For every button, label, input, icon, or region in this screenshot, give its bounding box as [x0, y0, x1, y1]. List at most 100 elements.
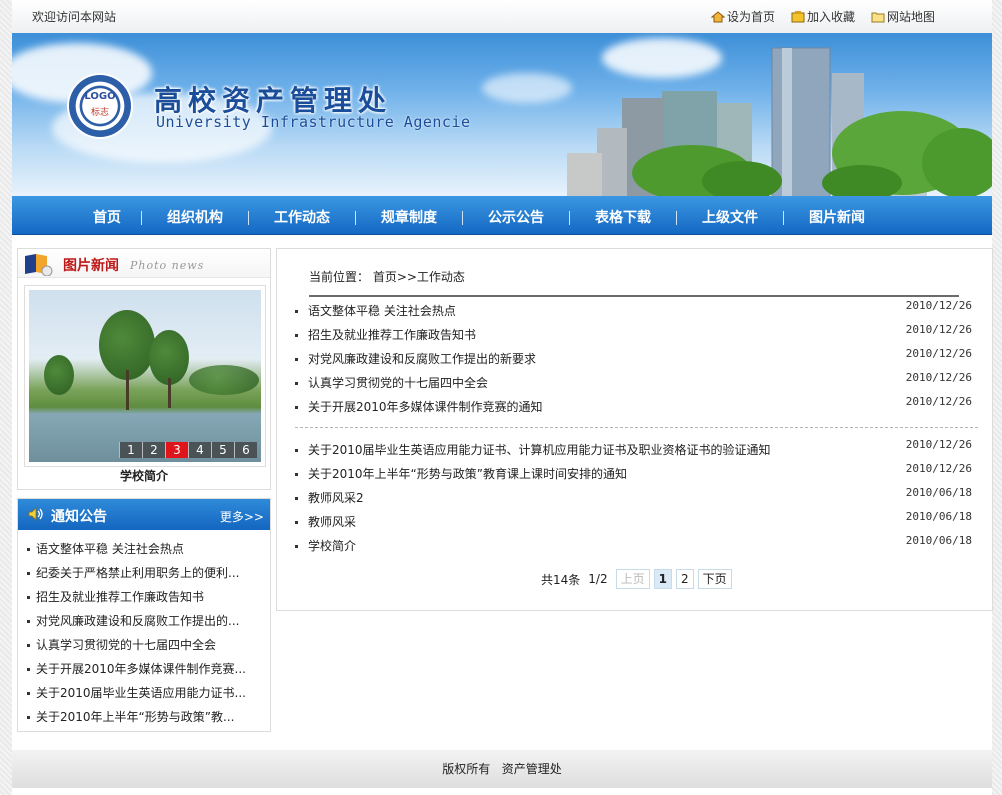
nav-item-regulations[interactable]: 规章制度 [356, 196, 462, 234]
prev-page-button[interactable]: 上页 [615, 569, 650, 589]
book-icon [25, 254, 53, 276]
nav-item-home[interactable]: 首页 [68, 196, 141, 234]
pager-total: 共14条 [541, 572, 581, 587]
article-row[interactable]: 学校简介 2010/06/18 [295, 534, 972, 558]
tree-shape [44, 355, 74, 395]
article-title[interactable]: 关于开展2010年多媒体课件制作竞赛的通知 [308, 395, 543, 419]
notice-item[interactable]: 语文整体平稳 关注社会热点 [24, 537, 262, 561]
article-title[interactable]: 认真学习贯彻党的十七届四中全会 [308, 371, 488, 395]
site-title-english: University Infrastructure Agencie [156, 113, 471, 131]
notice-item[interactable]: 招生及就业推荐工作廉政告知书 [24, 585, 262, 609]
photo-slide-selector: 1 2 3 4 5 6 [119, 442, 257, 458]
bullet-icon [295, 521, 298, 524]
article-row[interactable]: 语文整体平稳 关注社会热点 2010/12/26 [295, 299, 972, 323]
page: 欢迎访问本网站 设为首页 加入收藏 网站地图 LOGO 标志 高校资产管理处 U… [12, 0, 993, 795]
breadcrumb-divider [309, 295, 959, 297]
article-date: 2010/06/18 [905, 510, 972, 523]
bullet-icon [295, 473, 298, 476]
set-homepage-link[interactable]: 设为首页 [710, 8, 775, 25]
school-logo: LOGO 标志 [69, 75, 131, 137]
article-row[interactable]: 关于2010届毕业生英语应用能力证书、计算机应用能力证书及职业资格证书的验证通知… [295, 438, 972, 462]
nav-item-work-news[interactable]: 工作动态 [249, 196, 355, 234]
add-favorite-label: 加入收藏 [806, 10, 855, 24]
article-row[interactable]: 关于2010年上半年“形势与政策”教育课上课时间安排的通知 2010/12/26 [295, 462, 972, 486]
bullet-icon [295, 358, 298, 361]
slide-button[interactable]: 6 [234, 442, 257, 458]
logo-text: LOGO [84, 91, 116, 102]
left-sidebar: 图片新闻 Photo news 1 2 3 4 5 6 学校简介 通知公告 更多… [17, 248, 271, 732]
bullet-icon [295, 545, 298, 548]
favorite-icon [791, 10, 805, 22]
notice-item[interactable]: 关于开展2010年多媒体课件制作竞赛... [24, 657, 262, 681]
nav-item-organization[interactable]: 组织机构 [142, 196, 248, 234]
slide-button[interactable]: 1 [119, 442, 142, 458]
page-button-current[interactable]: 1 [653, 569, 672, 589]
bullet-icon [295, 310, 298, 313]
article-row[interactable]: 对党风廉政建设和反腐败工作提出的新要求 2010/12/26 [295, 347, 972, 371]
notice-item[interactable]: 关于2010年上半年“形势与政策”教... [24, 705, 262, 729]
slide-button[interactable]: 5 [211, 442, 234, 458]
article-title[interactable]: 关于2010年上半年“形势与政策”教育课上课时间安排的通知 [308, 462, 627, 486]
photo-caption[interactable]: 学校简介 [18, 467, 270, 484]
nav-item-forms[interactable]: 表格下载 [570, 196, 676, 234]
top-bar: 欢迎访问本网站 设为首页 加入收藏 网站地图 [12, 0, 992, 33]
home-icon [710, 10, 725, 22]
article-title[interactable]: 学校简介 [308, 534, 356, 558]
article-row[interactable]: 认真学习贯彻党的十七届四中全会 2010/12/26 [295, 371, 972, 395]
article-date: 2010/06/18 [905, 486, 972, 499]
article-date: 2010/12/26 [905, 323, 972, 336]
pager-page-info: 1/2 [588, 572, 608, 586]
article-row[interactable]: 教师风采2 2010/06/18 [295, 486, 972, 510]
header-banner: LOGO 标志 高校资产管理处 University Infrastructur… [12, 33, 992, 196]
article-title[interactable]: 对党风廉政建设和反腐败工作提出的新要求 [308, 347, 536, 371]
next-page-button[interactable]: 下页 [697, 569, 732, 589]
notice-more-link[interactable]: 更多>> [220, 508, 264, 525]
article-title[interactable]: 关于2010届毕业生英语应用能力证书、计算机应用能力证书及职业资格证书的验证通知 [308, 438, 771, 462]
slide-button-active[interactable]: 3 [165, 442, 188, 458]
bullet-icon [295, 382, 298, 385]
tree-shape [189, 365, 259, 395]
set-homepage-label: 设为首页 [726, 10, 775, 24]
nav-item-photo-news[interactable]: 图片新闻 [784, 196, 890, 234]
photo-frame: 1 2 3 4 5 6 [24, 285, 266, 467]
article-date: 2010/12/26 [905, 438, 972, 451]
tree-shape [149, 330, 189, 385]
main-content: 当前位置： 首页>>工作动态 语文整体平稳 关注社会热点 2010/12/26 招… [276, 248, 993, 611]
nav-item-announcements[interactable]: 公示公告 [463, 196, 569, 234]
folder-icon [871, 12, 885, 22]
sitemap-label: 网站地图 [886, 10, 935, 24]
bullet-icon [295, 334, 298, 337]
article-title[interactable]: 语文整体平稳 关注社会热点 [308, 299, 456, 323]
footer: 版权所有 资产管理处 [12, 750, 992, 788]
notice-item[interactable]: 认真学习贯彻党的十七届四中全会 [24, 633, 262, 657]
article-title[interactable]: 招生及就业推荐工作廉政告知书 [308, 323, 476, 347]
nav-item-superior-docs[interactable]: 上级文件 [677, 196, 783, 234]
notice-item[interactable]: 对党风廉政建设和反腐败工作提出的... [24, 609, 262, 633]
page-button[interactable]: 2 [675, 569, 694, 589]
copyright-text: 版权所有 资产管理处 [442, 762, 562, 776]
main-nav: 首页 组织机构 工作动态 规章制度 公示公告 表格下载 上级文件 图片新闻 [12, 196, 992, 235]
photo-news-title-english: Photo news [130, 259, 205, 272]
campus-photo[interactable]: 1 2 3 4 5 6 [29, 290, 261, 462]
breadcrumb: 当前位置： 首页>>工作动态 [309, 270, 465, 284]
speaker-icon [28, 507, 43, 521]
notice-list: 语文整体平稳 关注社会热点 纪委关于严格禁止利用职务上的便利... 招生及就业推… [24, 537, 262, 729]
notice-header: 通知公告 更多>> [18, 499, 270, 530]
bullet-icon [295, 497, 298, 500]
article-title[interactable]: 教师风采 [308, 510, 356, 534]
article-row[interactable]: 关于开展2010年多媒体课件制作竞赛的通知 2010/12/26 [295, 395, 972, 419]
article-row[interactable]: 招生及就业推荐工作廉政告知书 2010/12/26 [295, 323, 972, 347]
notice-item[interactable]: 纪委关于严格禁止利用职务上的便利... [24, 561, 262, 585]
article-title[interactable]: 教师风采2 [308, 486, 364, 510]
add-favorite-link[interactable]: 加入收藏 [791, 8, 855, 25]
welcome-text: 欢迎访问本网站 [32, 10, 117, 24]
slide-button[interactable]: 2 [142, 442, 165, 458]
article-row[interactable]: 教师风采 2010/06/18 [295, 510, 972, 534]
tree-trunk [126, 370, 129, 410]
notice-item[interactable]: 关于2010届毕业生英语应用能力证书... [24, 681, 262, 705]
notice-panel: 通知公告 更多>> 语文整体平稳 关注社会热点 纪委关于严格禁止利用职务上的便利… [17, 498, 271, 732]
logo-sub-text: 标志 [90, 108, 109, 118]
sitemap-link[interactable]: 网站地图 [871, 8, 935, 25]
slide-button[interactable]: 4 [188, 442, 211, 458]
article-date: 2010/12/26 [905, 462, 972, 475]
